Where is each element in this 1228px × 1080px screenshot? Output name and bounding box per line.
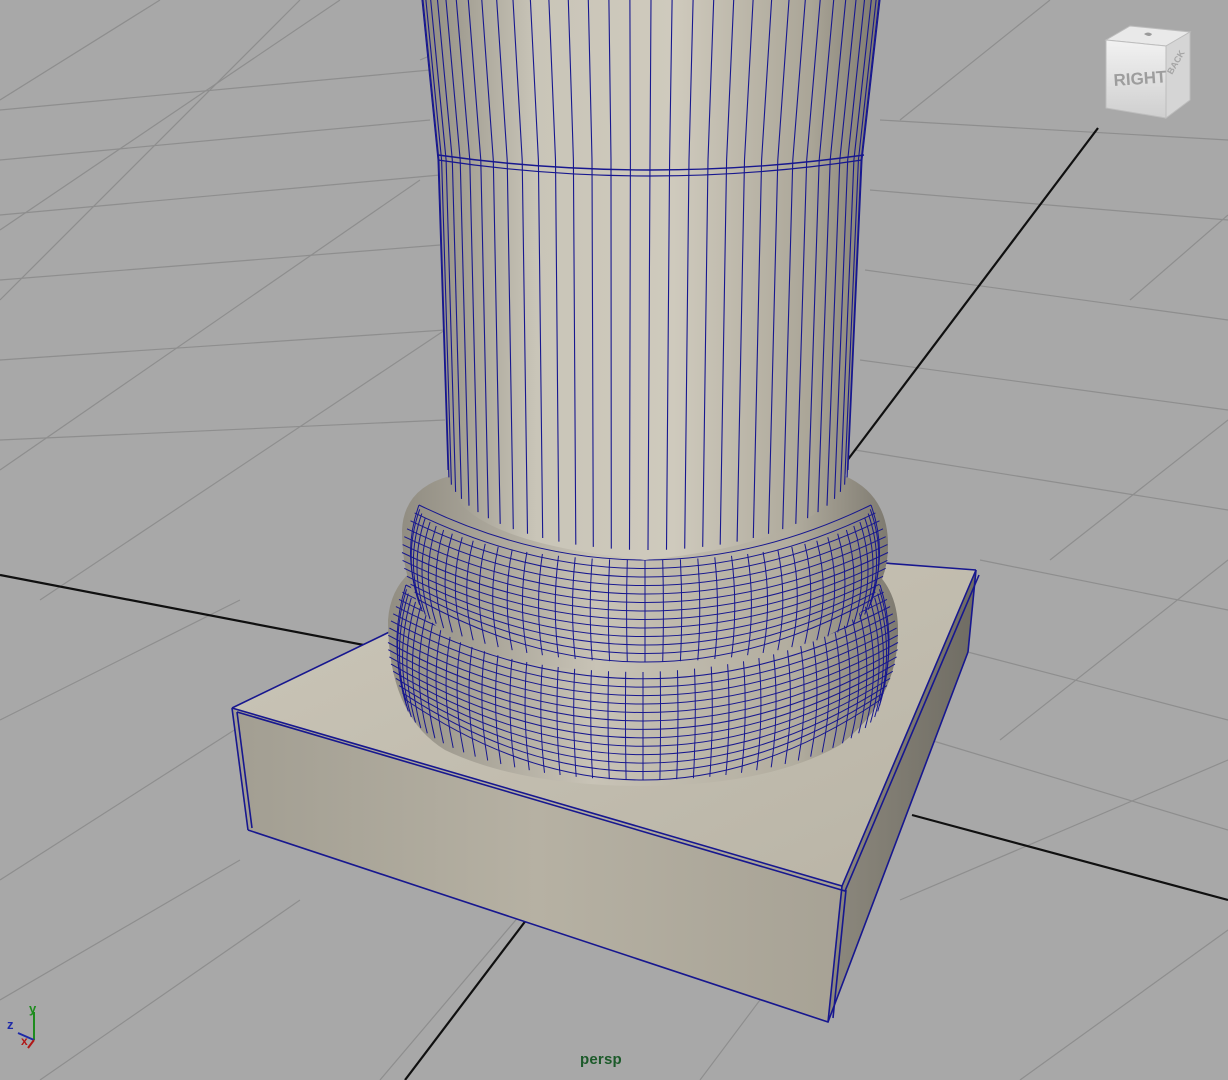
grid-origin-axis — [839, 127, 1099, 471]
grid-line — [699, 999, 761, 1080]
grid-line — [0, 244, 441, 281]
grid-line — [929, 739, 1228, 831]
grid-line — [1019, 929, 1228, 1080]
grid-line — [0, 0, 301, 301]
grid-line — [859, 359, 1228, 411]
perspective-viewport[interactable]: RIGHT BACK y z x persp — [0, 0, 1228, 1080]
grid-line — [0, 119, 431, 161]
grid-line — [0, 0, 341, 231]
grid-line — [0, 719, 251, 881]
grid-line — [0, 0, 161, 101]
grid-line — [1049, 419, 1228, 561]
grid-line — [959, 649, 1228, 721]
grid-line — [0, 179, 421, 471]
grid-origin-axis — [404, 914, 531, 1080]
grid-line — [0, 69, 431, 111]
axis-z-label: z — [7, 1017, 14, 1032]
grid-line — [899, 0, 1051, 121]
scene-canvas[interactable] — [0, 0, 1228, 1080]
view-cube-icon[interactable]: RIGHT BACK — [1100, 20, 1200, 120]
grid-line — [0, 599, 241, 721]
grid-line — [864, 269, 1228, 321]
grid-origin-axis — [0, 573, 391, 652]
grid-line — [1129, 214, 1228, 301]
grid-line — [879, 119, 1228, 141]
view-cube-front-label: RIGHT — [1113, 67, 1168, 90]
grid-line — [39, 899, 301, 1080]
grid-line — [39, 329, 446, 601]
grid-line — [0, 859, 241, 1001]
grid-line — [0, 174, 441, 216]
camera-name-label: persp — [580, 1051, 622, 1068]
grid-line — [379, 914, 521, 1080]
grid-line — [0, 419, 446, 441]
axis-gizmo-icon: y z x — [4, 1000, 50, 1056]
grid-line — [854, 449, 1228, 511]
axis-y-label: y — [29, 1001, 37, 1016]
grid-line — [0, 329, 446, 361]
grid-line — [979, 559, 1228, 611]
column-shaft[interactable] — [421, 0, 881, 560]
axis-x-label: x — [21, 1034, 28, 1048]
